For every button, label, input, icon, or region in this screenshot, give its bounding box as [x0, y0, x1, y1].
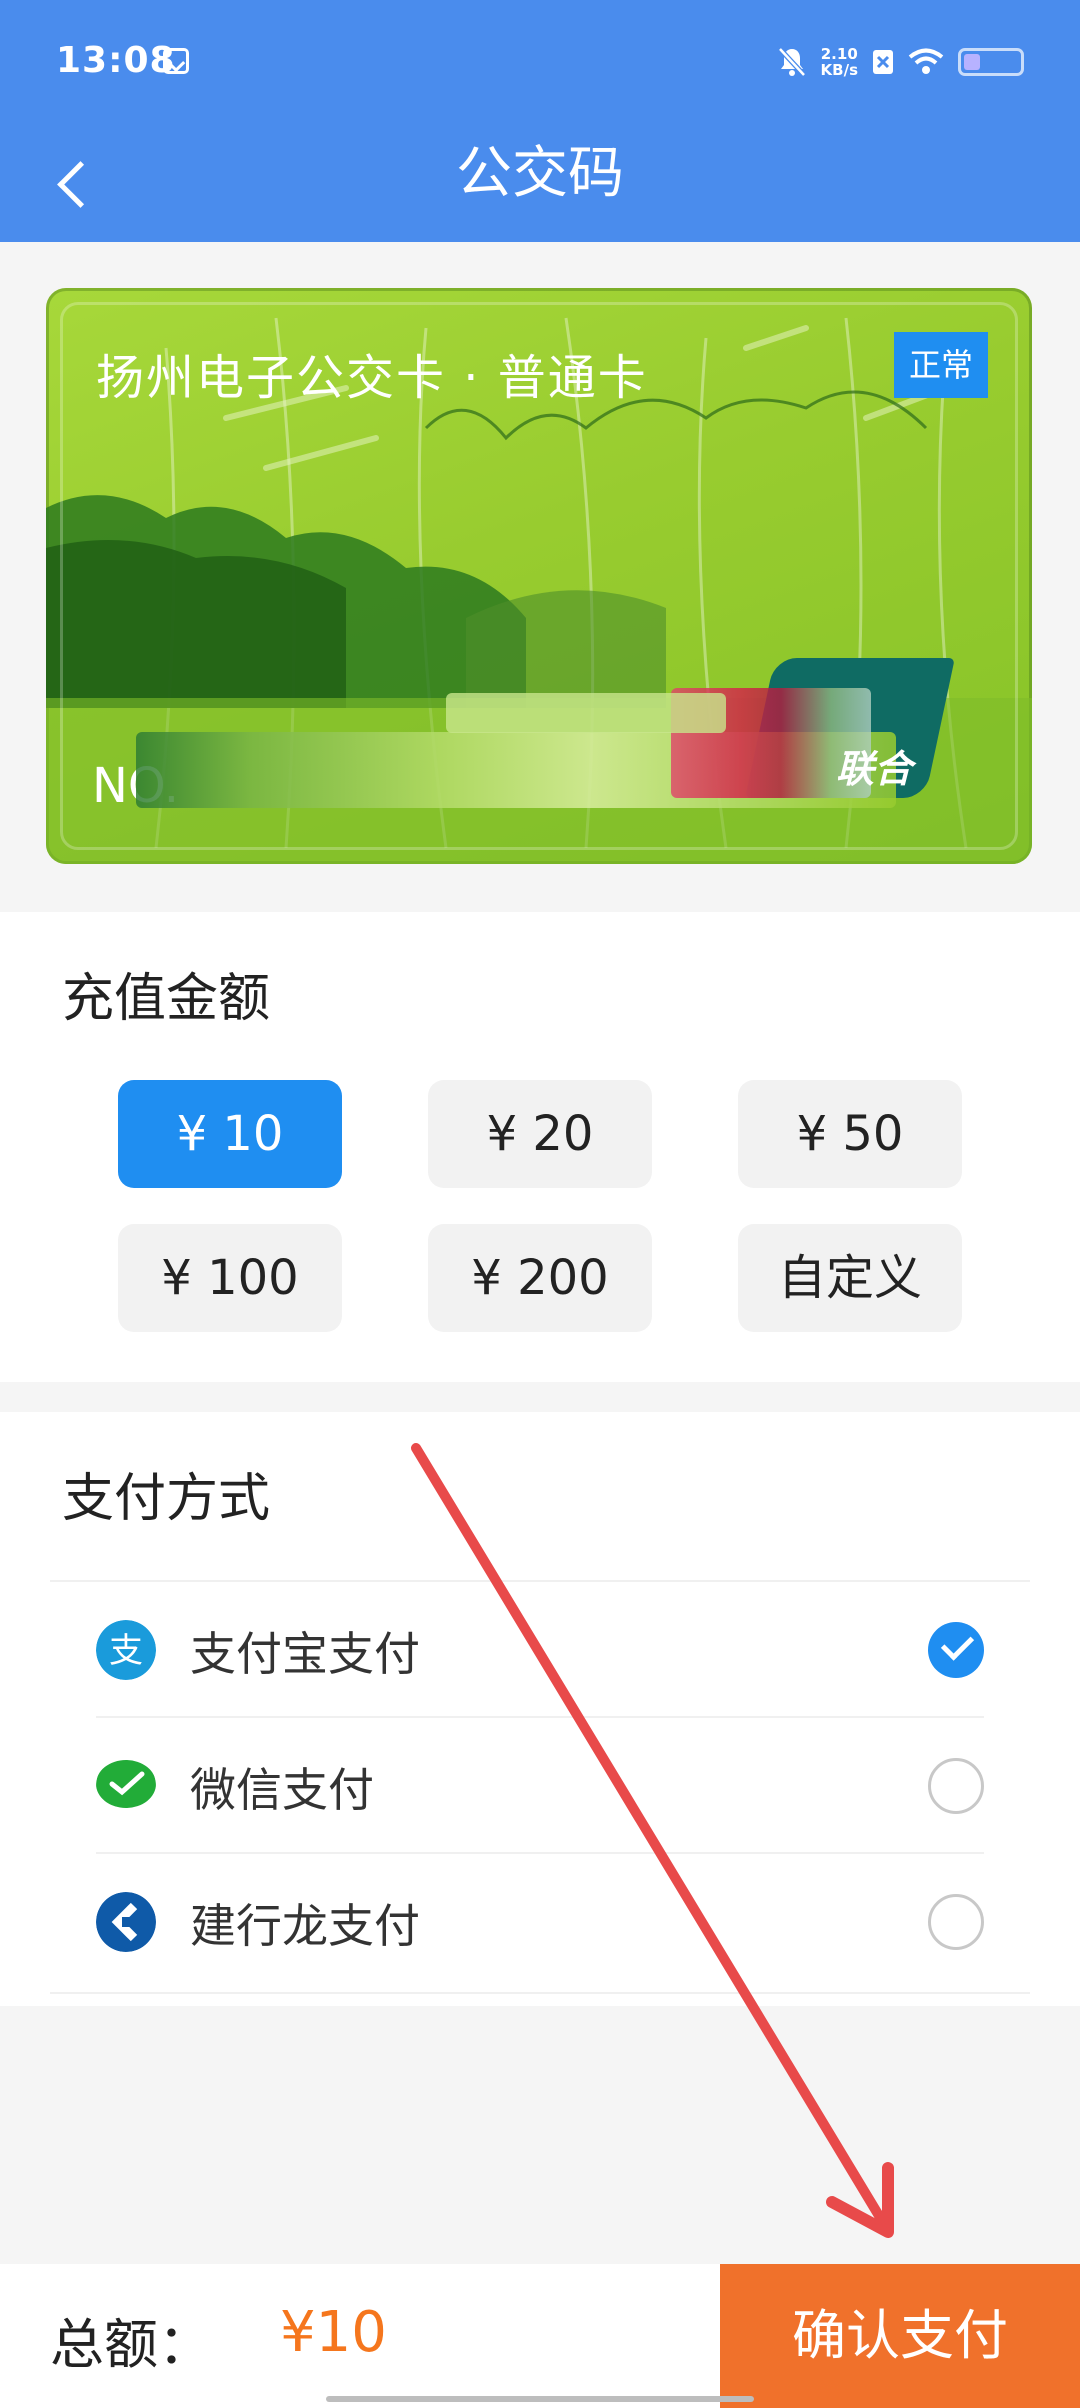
payment-title: 支付方式 — [62, 1469, 271, 1529]
amount-option-50[interactable]: ¥ 50 — [738, 1080, 962, 1188]
amount-option-100[interactable]: ¥ 100 — [118, 1224, 342, 1332]
status-bar: 13:08 2.10 KB/s — [0, 0, 1080, 122]
payment-label: 建行龙支付 — [190, 1899, 420, 1953]
app-header: 13:08 2.10 KB/s 公交码 — [0, 0, 1080, 242]
card-redaction-light — [446, 693, 726, 733]
payment-label: 微信支付 — [190, 1763, 374, 1817]
home-indicator[interactable] — [326, 2396, 754, 2402]
card-area: 扬州电子公交卡 · 普通卡 正常 NO. 联合 — [0, 242, 1080, 912]
radio-unchecked-icon[interactable] — [928, 1894, 984, 1950]
network-speed-value: 2.10 — [820, 45, 858, 63]
amount-option-10[interactable]: ¥ 10 — [118, 1080, 342, 1188]
amount-option-20[interactable]: ¥ 20 — [428, 1080, 652, 1188]
bottom-bar: 总额： ¥10 确认支付 — [0, 2264, 1080, 2408]
calendar-notification-icon — [163, 48, 189, 74]
nav-bar: 公交码 — [0, 122, 1080, 242]
card-status-badge: 正常 — [894, 332, 988, 398]
bus-card[interactable]: 扬州电子公交卡 · 普通卡 正常 NO. 联合 — [46, 288, 1032, 864]
payment-option-wechat[interactable]: 微信支付 — [96, 1718, 984, 1854]
radio-unchecked-icon[interactable] — [928, 1758, 984, 1814]
recharge-amount-section: 充值金额 ¥ 10 ¥ 20 ¥ 50 ¥ 100 ¥ 200 自定义 — [0, 912, 1080, 1382]
page-title: 公交码 — [456, 141, 624, 206]
status-time: 13:08 — [56, 40, 176, 81]
divider — [50, 1992, 1030, 1994]
recharge-title: 充值金额 — [62, 969, 271, 1029]
payment-option-ccb[interactable]: 建行龙支付 — [96, 1854, 984, 1990]
wifi-icon — [908, 48, 944, 74]
status-icons: 2.10 KB/s — [777, 42, 1024, 82]
card-bank-label-icon: 联合 — [835, 747, 912, 791]
battery-icon — [958, 48, 1024, 76]
card-title: 扬州电子公交卡 · 普通卡 — [96, 350, 648, 406]
total-amount: ¥10 — [280, 2300, 387, 2365]
amount-option-200[interactable]: ¥ 200 — [428, 1224, 652, 1332]
payment-option-alipay[interactable]: 支 支付宝支付 — [96, 1582, 984, 1718]
svg-text:支: 支 — [109, 1631, 143, 1671]
amount-option-custom[interactable]: 自定义 — [738, 1224, 962, 1332]
ccb-icon — [96, 1892, 156, 1952]
payment-label: 支付宝支付 — [190, 1627, 420, 1681]
payment-method-section: 支付方式 支 支付宝支付 微信支付 建行龙支付 — [0, 1412, 1080, 2006]
confirm-payment-button[interactable]: 确认支付 — [720, 2264, 1080, 2408]
radio-checked-icon[interactable] — [928, 1622, 984, 1678]
bell-muted-icon — [777, 47, 806, 77]
sim-x-icon — [873, 50, 893, 74]
network-speed-unit: KB/s — [820, 61, 858, 79]
wechat-pay-icon — [96, 1760, 156, 1808]
total-label: 总额： — [50, 2313, 212, 2376]
alipay-icon: 支 — [96, 1620, 156, 1680]
network-speed: 2.10 KB/s — [821, 46, 858, 78]
